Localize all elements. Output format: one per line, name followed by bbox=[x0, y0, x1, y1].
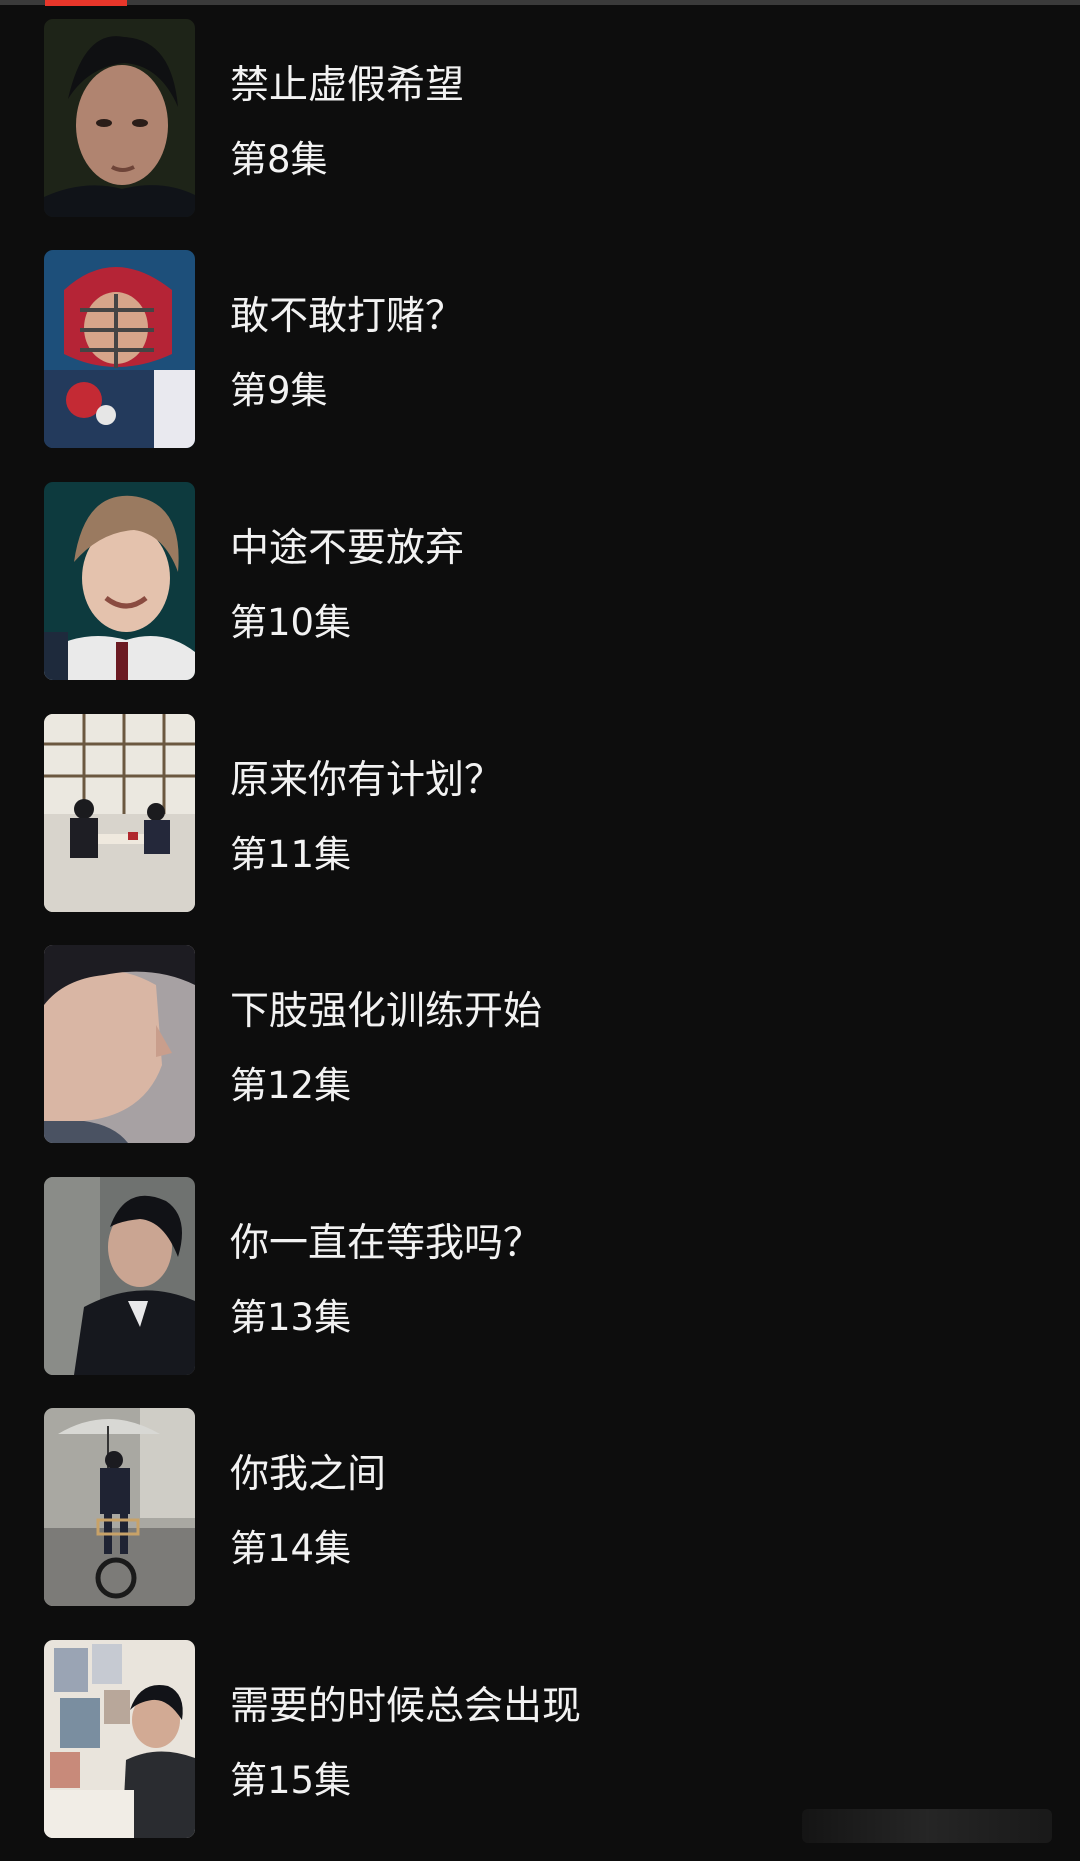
episode-item[interactable]: 原来你有计划？ 第11集 bbox=[0, 714, 1080, 912]
episode-title: 你我之间 bbox=[230, 1452, 387, 1497]
profile-portrait-thumbnail bbox=[44, 945, 195, 1143]
episode-number: 第9集 bbox=[230, 369, 328, 412]
episode-thumbnail[interactable] bbox=[44, 250, 195, 448]
episode-title: 敢不敢打赌？ bbox=[230, 294, 465, 339]
episode-title: 禁止虚假希望 bbox=[230, 63, 465, 108]
episode-number: 第10集 bbox=[230, 601, 352, 644]
episode-number: 第13集 bbox=[230, 1296, 352, 1339]
episode-thumbnail[interactable] bbox=[44, 1408, 195, 1606]
episode-thumbnail[interactable] bbox=[44, 19, 195, 217]
top-tab-track bbox=[0, 0, 1080, 5]
active-tab-indicator bbox=[45, 0, 127, 6]
episode-title: 下肢强化训练开始 bbox=[230, 989, 543, 1034]
episode-thumbnail[interactable] bbox=[44, 945, 195, 1143]
episode-title: 中途不要放弃 bbox=[230, 526, 465, 571]
episode-number: 第11集 bbox=[230, 833, 352, 876]
episode-title: 你一直在等我吗？ bbox=[230, 1221, 543, 1266]
looking-up-thumbnail bbox=[44, 1177, 195, 1375]
episode-thumbnail[interactable] bbox=[44, 714, 195, 912]
episode-thumbnail[interactable] bbox=[44, 1177, 195, 1375]
episode-thumbnail[interactable] bbox=[44, 482, 195, 680]
episode-item[interactable]: 敢不敢打赌？ 第9集 bbox=[0, 250, 1080, 448]
watermark bbox=[802, 1809, 1052, 1843]
episode-item[interactable]: 禁止虚假希望 第8集 bbox=[0, 19, 1080, 217]
bedroom-poster-thumbnail bbox=[44, 1640, 195, 1838]
classroom-scene-thumbnail bbox=[44, 714, 195, 912]
catcher-mask-thumbnail bbox=[44, 250, 195, 448]
episode-item[interactable]: 下肢强化训练开始 第12集 bbox=[0, 945, 1080, 1143]
episode-item[interactable]: 你一直在等我吗？ 第13集 bbox=[0, 1177, 1080, 1375]
episode-title: 需要的时候总会出现 bbox=[230, 1684, 582, 1729]
smiling-student-thumbnail bbox=[44, 482, 195, 680]
episode-number: 第15集 bbox=[230, 1759, 352, 1802]
episode-number: 第14集 bbox=[230, 1527, 352, 1570]
close-up-portrait-thumbnail bbox=[44, 19, 195, 217]
episode-title: 原来你有计划？ bbox=[230, 758, 504, 803]
bicycle-umbrella-thumbnail bbox=[44, 1408, 195, 1606]
episode-item[interactable]: 你我之间 第14集 bbox=[0, 1408, 1080, 1606]
episode-number: 第12集 bbox=[230, 1064, 352, 1107]
episode-item[interactable]: 中途不要放弃 第10集 bbox=[0, 482, 1080, 680]
episode-number: 第8集 bbox=[230, 138, 328, 181]
episode-thumbnail[interactable] bbox=[44, 1640, 195, 1838]
